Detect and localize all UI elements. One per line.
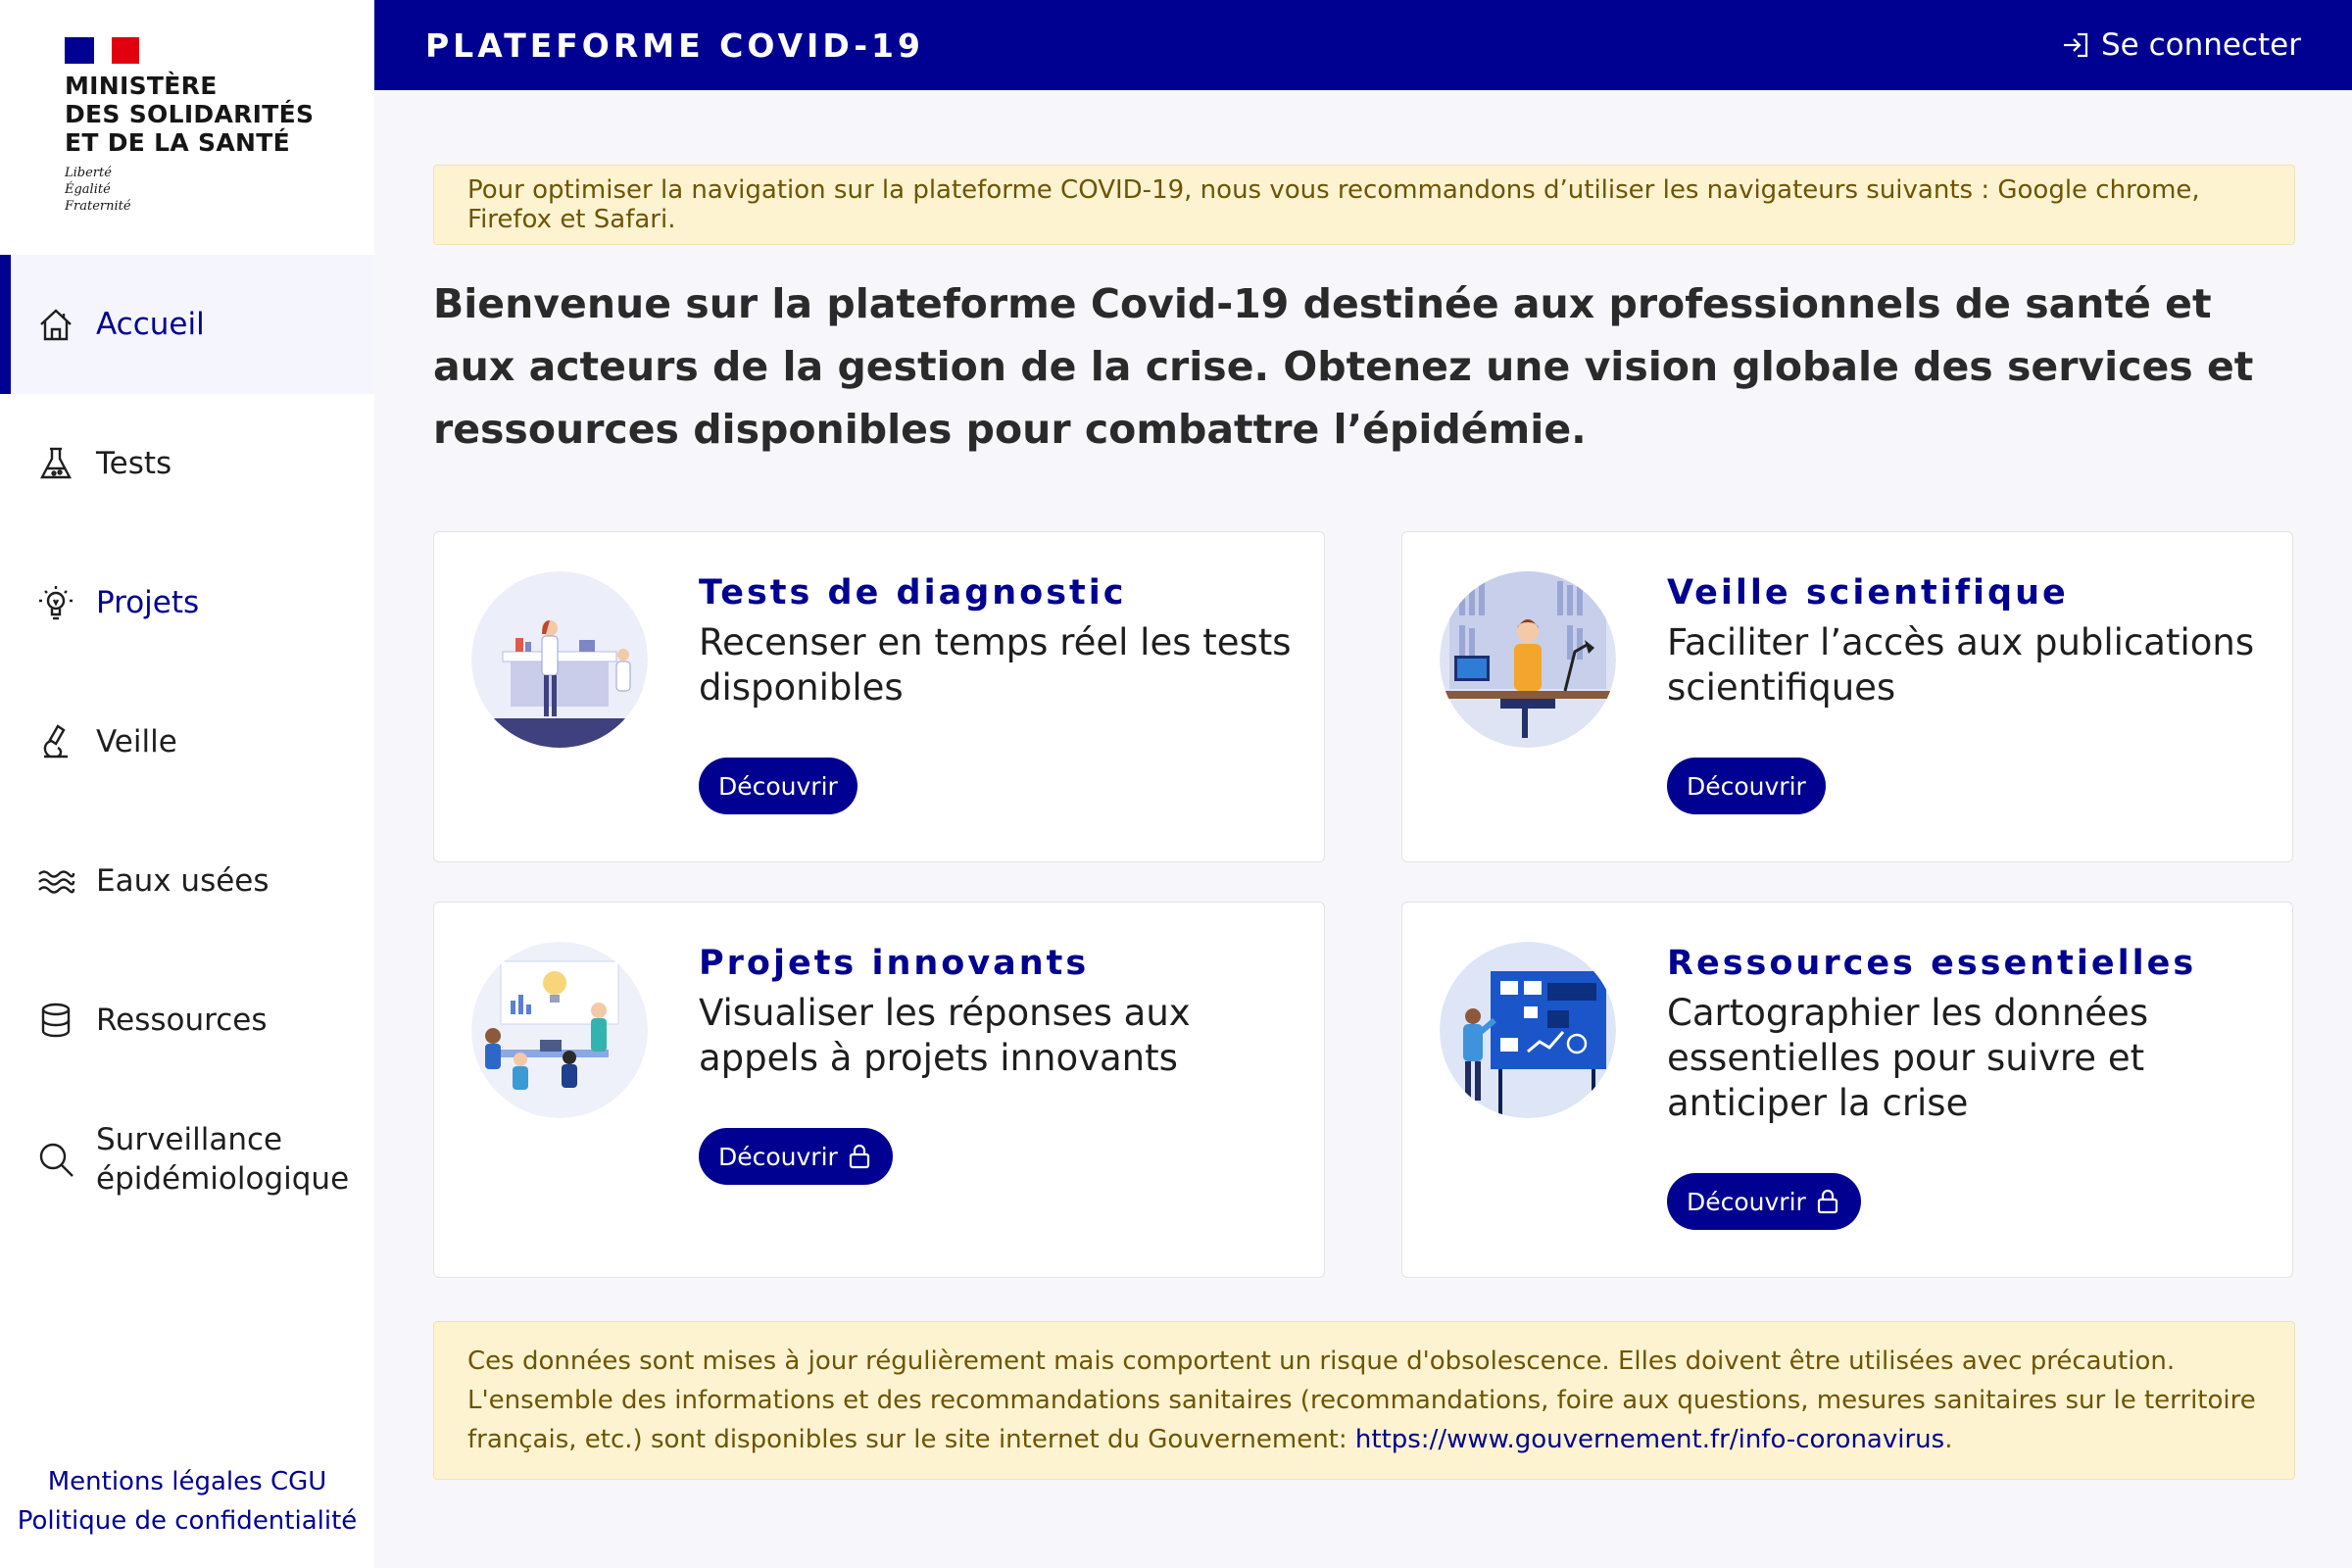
gouvernement-link[interactable]: https://www.gouvernement.fr/info-coronav…: [1355, 1425, 1944, 1454]
sidebar-item-label: Accueil: [96, 307, 205, 342]
lightbulb-icon: [35, 582, 76, 623]
team-meeting-illustration: [471, 942, 648, 1118]
top-header: PLATEFORME COVID-19 Se connecter: [374, 0, 2352, 90]
data-board-illustration: [1440, 942, 1616, 1118]
platform-title[interactable]: PLATEFORME COVID-19: [425, 26, 924, 65]
home-icon: [35, 304, 76, 345]
sidebar-item-label: Tests: [96, 446, 172, 481]
lock-icon: [1817, 1189, 1838, 1214]
card-title: Ressources essentielles: [1667, 944, 2197, 983]
login-label: Se connecter: [2101, 27, 2301, 63]
button-label: Découvrir: [1687, 1187, 1806, 1216]
browser-notice-text: Pour optimiser la navigation sur la plat…: [467, 175, 2200, 234]
ministry-line-1: MINISTÈRE: [65, 72, 218, 100]
button-label: Découvrir: [718, 1142, 838, 1171]
sidebar-item-tests[interactable]: Tests: [0, 394, 374, 533]
search-icon: [35, 1139, 76, 1180]
database-icon: [35, 1000, 76, 1041]
ministry-line-2: DES SOLIDARITÉS: [65, 100, 315, 128]
motto-egalite: Égalité: [65, 182, 111, 197]
intro-text: Bienvenue sur la plateforme Covid-19 des…: [433, 280, 2254, 453]
mentions-legales-link[interactable]: Mentions légales: [48, 1467, 263, 1496]
marianne-flag-icon: [65, 37, 139, 64]
sidebar-item-veille[interactable]: Veille: [0, 672, 374, 811]
sidebar-item-label: Ressources: [96, 1003, 268, 1038]
sidebar-item-eaux-usees[interactable]: Eaux usées: [0, 811, 374, 951]
button-label: Découvrir: [1687, 771, 1806, 801]
sidebar-nav: Accueil Tests Projets Veille Eaux usées: [0, 255, 374, 1229]
card-description: Recenser en temps réel les tests disponi…: [699, 621, 1292, 709]
card-description: Faciliter l’accès aux publications scien…: [1667, 621, 2255, 709]
sidebar-item-label: Eaux usées: [96, 863, 270, 899]
decouvrir-ressources-button[interactable]: Découvrir: [1667, 1173, 1861, 1230]
decouvrir-tests-button[interactable]: Découvrir: [699, 758, 858, 814]
flask-icon: [35, 443, 76, 484]
ministry-logo[interactable]: MINISTÈRE DES SOLIDARITÉS ET DE LA SANTÉ…: [0, 0, 374, 255]
decouvrir-veille-button[interactable]: Découvrir: [1667, 758, 1826, 814]
lab-illustration: [471, 571, 648, 748]
sidebar: MINISTÈRE DES SOLIDARITÉS ET DE LA SANTÉ…: [0, 0, 374, 1568]
motto-fraternite: Fraternité: [65, 199, 131, 214]
disclaimer-end: .: [1944, 1425, 1953, 1454]
sidebar-item-label: Surveillance épidémiologique: [96, 1122, 350, 1197]
cgu-link[interactable]: CGU: [270, 1467, 326, 1496]
privacy-link[interactable]: Politique de confidentialité: [18, 1506, 358, 1536]
ministry-name: MINISTÈRE DES SOLIDARITÉS ET DE LA SANTÉ: [65, 72, 374, 157]
sidebar-item-surveillance[interactable]: Surveillance épidémiologique: [0, 1090, 374, 1229]
browser-notice: Pour optimiser la navigation sur la plat…: [433, 165, 2295, 245]
researcher-illustration: [1440, 571, 1616, 748]
card-description: Visualiser les réponses aux appels à pro…: [699, 992, 1191, 1079]
card-projets-innovants: Projets innovants Visualiser les réponse…: [433, 902, 1325, 1278]
card-title: Projets innovants: [699, 944, 1090, 983]
waves-icon: [35, 860, 76, 902]
card-veille-scientifique: Veille scientifique Faciliter l’accès au…: [1401, 531, 2293, 862]
lock-icon: [849, 1144, 869, 1169]
card-title: Veille scientifique: [1667, 573, 2069, 612]
republic-motto: Liberté Égalité Fraternité: [65, 165, 374, 215]
sidebar-footer: Mentions légales CGU Politique de confid…: [0, 1462, 374, 1541]
login-button[interactable]: Se connecter: [2060, 27, 2301, 63]
sidebar-item-projets[interactable]: Projets: [0, 533, 374, 672]
microscope-icon: [35, 721, 76, 762]
services-grid: Tests de diagnostic Recenser en temps ré…: [433, 531, 2295, 1282]
sidebar-item-accueil[interactable]: Accueil: [0, 255, 374, 394]
data-disclaimer: Ces données sont mises à jour régulièrem…: [433, 1321, 2295, 1480]
card-title: Tests de diagnostic: [699, 573, 1127, 612]
main-content: Pour optimiser la navigation sur la plat…: [433, 90, 2295, 1480]
motto-liberte: Liberté: [65, 166, 112, 180]
decouvrir-projets-button[interactable]: Découvrir: [699, 1128, 893, 1185]
button-label: Découvrir: [718, 771, 838, 801]
card-ressources-essentielles: Ressources essentielles Cartographier le…: [1401, 902, 2293, 1278]
sidebar-item-label: Veille: [96, 724, 177, 760]
ministry-line-3: ET DE LA SANTÉ: [65, 128, 290, 157]
card-tests-diagnostic: Tests de diagnostic Recenser en temps ré…: [433, 531, 1325, 862]
sidebar-item-ressources[interactable]: Ressources: [0, 951, 374, 1090]
sidebar-item-label: Projets: [96, 585, 200, 620]
card-description: Cartographier les données essentielles p…: [1667, 992, 2149, 1124]
login-icon: [2064, 32, 2088, 58]
